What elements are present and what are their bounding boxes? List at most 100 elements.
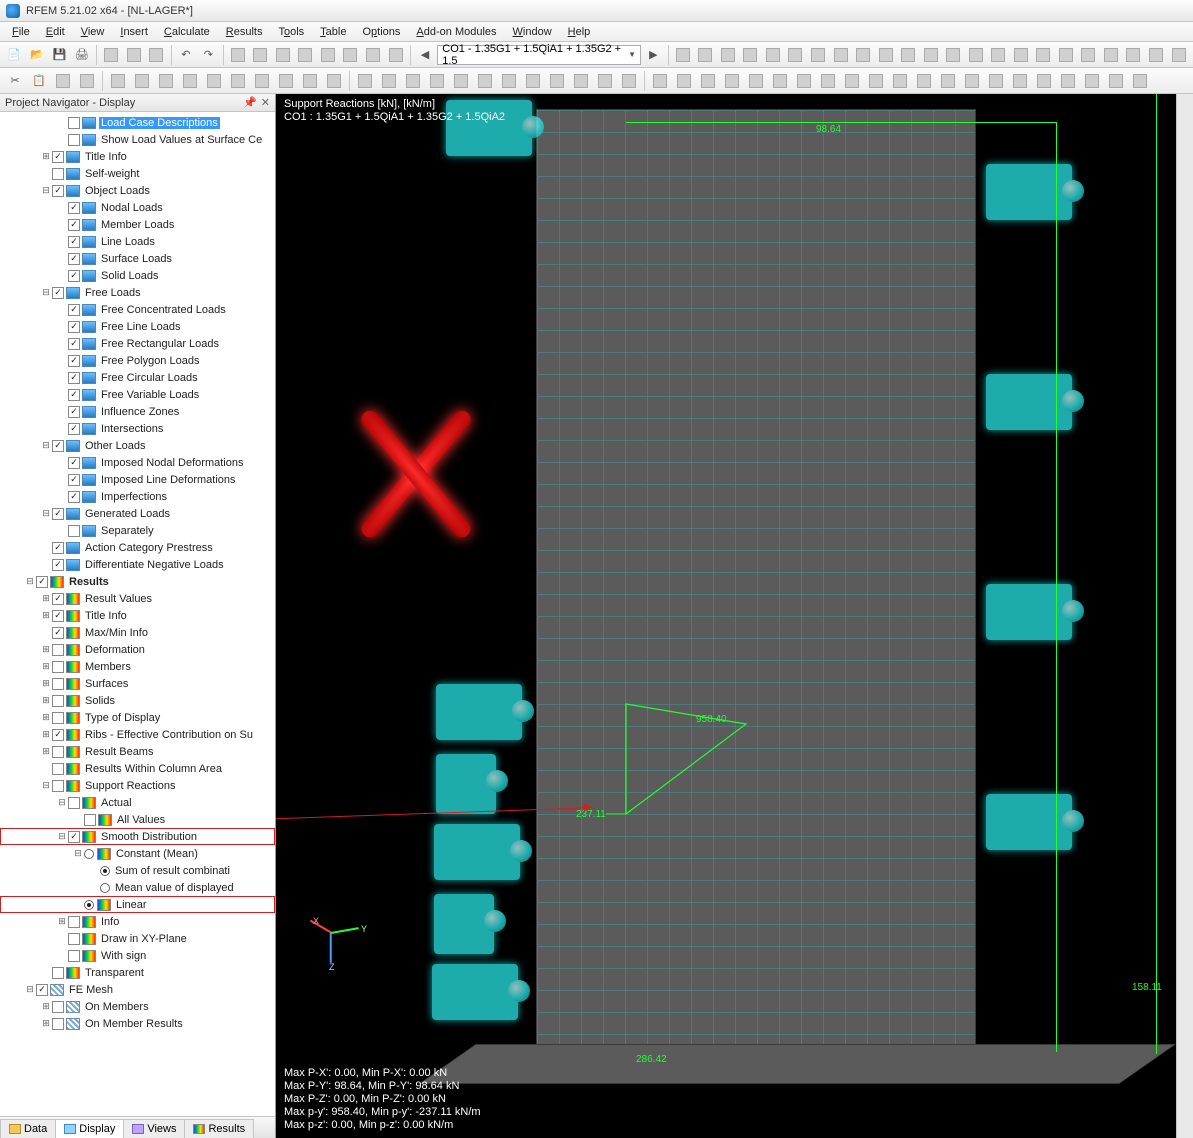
navigator-tab-results[interactable]: Results xyxy=(184,1119,254,1138)
tree-checkbox[interactable] xyxy=(52,695,64,707)
tool-icon[interactable] xyxy=(52,70,74,92)
tool-icon[interactable] xyxy=(1033,70,1055,92)
tool-icon[interactable] xyxy=(107,70,129,92)
copy-button[interactable] xyxy=(28,70,50,92)
tree-item[interactable]: Load Case Descriptions xyxy=(0,114,275,131)
tool-icon[interactable] xyxy=(673,70,695,92)
tree-checkbox[interactable] xyxy=(68,525,80,537)
tree-checkbox[interactable] xyxy=(52,593,64,605)
menu-file[interactable]: File xyxy=(4,24,38,40)
tree-checkbox[interactable] xyxy=(68,406,80,418)
tree-item[interactable]: Imposed Line Deformations xyxy=(0,471,275,488)
tree-item[interactable]: Self-weight xyxy=(0,165,275,182)
menu-tools[interactable]: Tools xyxy=(270,24,312,40)
tree-item[interactable]: Imperfections xyxy=(0,488,275,505)
tree-item[interactable]: Transparent xyxy=(0,964,275,981)
tool-icon[interactable] xyxy=(841,70,863,92)
open-button[interactable] xyxy=(27,44,48,66)
tree-item[interactable]: Max/Min Info xyxy=(0,624,275,641)
tree-checkbox[interactable] xyxy=(52,780,64,792)
tool-icon[interactable] xyxy=(785,44,806,66)
menu-options[interactable]: Options xyxy=(354,24,408,40)
tool-icon[interactable] xyxy=(227,70,249,92)
tree-item[interactable]: Influence Zones xyxy=(0,403,275,420)
tool-icon[interactable] xyxy=(769,70,791,92)
tree-checkbox[interactable] xyxy=(68,372,80,384)
tool-icon[interactable] xyxy=(1011,44,1032,66)
tree-item[interactable]: Differentiate Negative Loads xyxy=(0,556,275,573)
tool-icon[interactable] xyxy=(385,44,406,66)
tree-checkbox[interactable] xyxy=(52,440,64,452)
tree-item[interactable]: Free Rectangular Loads xyxy=(0,335,275,352)
tree-checkbox[interactable] xyxy=(68,950,80,962)
tool-icon[interactable] xyxy=(1129,70,1151,92)
tree-item[interactable]: Free Polygon Loads xyxy=(0,352,275,369)
tool-icon[interactable] xyxy=(1033,44,1054,66)
tool-icon[interactable] xyxy=(546,70,568,92)
tree-radio[interactable] xyxy=(100,883,110,893)
save-button[interactable] xyxy=(49,44,70,66)
tool-icon[interactable] xyxy=(570,70,592,92)
navigator-tree[interactable]: Load Case DescriptionsShow Load Values a… xyxy=(0,112,275,1116)
tree-item[interactable]: ⊞Result Beams xyxy=(0,743,275,760)
tree-checkbox[interactable] xyxy=(52,1001,64,1013)
tree-item[interactable]: Free Variable Loads xyxy=(0,386,275,403)
tool-icon[interactable] xyxy=(937,70,959,92)
tool-icon[interactable] xyxy=(594,70,616,92)
tree-expander[interactable]: ⊟ xyxy=(40,287,52,298)
tree-checkbox[interactable] xyxy=(52,763,64,775)
tree-expander[interactable]: ⊞ xyxy=(40,1001,52,1012)
menu-window[interactable]: Window xyxy=(505,24,560,40)
menu-edit[interactable]: Edit xyxy=(38,24,73,40)
prev-loadcase-button[interactable] xyxy=(415,44,436,66)
tool-icon[interactable] xyxy=(865,70,887,92)
viewport-scrollbar[interactable] xyxy=(1176,94,1193,1138)
tree-expander[interactable]: ⊞ xyxy=(40,1018,52,1029)
tree-expander[interactable]: ⊞ xyxy=(40,746,52,757)
tool-icon[interactable] xyxy=(203,70,225,92)
tree-checkbox[interactable] xyxy=(52,185,64,197)
tree-checkbox[interactable] xyxy=(68,474,80,486)
tool-icon[interactable] xyxy=(146,44,167,66)
tree-item[interactable]: Imposed Nodal Deformations xyxy=(0,454,275,471)
tool-icon[interactable] xyxy=(498,70,520,92)
tree-item[interactable]: ⊞On Members xyxy=(0,998,275,1015)
tree-item[interactable]: ⊞Solids xyxy=(0,692,275,709)
tool-icon[interactable] xyxy=(830,44,851,66)
tree-checkbox[interactable] xyxy=(52,644,64,656)
tree-item[interactable]: ⊟Smooth Distribution xyxy=(0,828,275,845)
tree-checkbox[interactable] xyxy=(68,338,80,350)
tree-item[interactable]: ⊟Results xyxy=(0,573,275,590)
tree-checkbox[interactable] xyxy=(52,559,64,571)
tree-checkbox[interactable] xyxy=(68,236,80,248)
tree-checkbox[interactable] xyxy=(68,270,80,282)
navigator-tab-data[interactable]: Data xyxy=(0,1119,56,1138)
tree-checkbox[interactable] xyxy=(68,916,80,928)
tool-icon[interactable] xyxy=(228,44,249,66)
tree-expander[interactable]: ⊞ xyxy=(40,151,52,162)
close-icon[interactable]: ✕ xyxy=(261,96,270,109)
tree-item[interactable]: All Values xyxy=(0,811,275,828)
viewport-3d[interactable]: 98.64 958.40 237.11 286.42 158.11 X Y Z xyxy=(276,94,1193,1138)
tree-checkbox[interactable] xyxy=(52,287,64,299)
tree-checkbox[interactable] xyxy=(52,542,64,554)
menu-addons[interactable]: Add-on Modules xyxy=(408,24,504,40)
tool-icon[interactable] xyxy=(250,44,271,66)
tree-item[interactable]: Solid Loads xyxy=(0,267,275,284)
tool-icon[interactable] xyxy=(793,70,815,92)
menu-calculate[interactable]: Calculate xyxy=(156,24,218,40)
tree-item[interactable]: Draw in XY-Plane xyxy=(0,930,275,947)
tree-item[interactable]: Sum of result combinati xyxy=(0,862,275,879)
print-button[interactable] xyxy=(72,44,93,66)
tree-item[interactable]: ⊞Surfaces xyxy=(0,675,275,692)
tree-item[interactable]: Free Concentrated Loads xyxy=(0,301,275,318)
tree-item[interactable]: With sign xyxy=(0,947,275,964)
tool-icon[interactable] xyxy=(1057,70,1079,92)
tree-checkbox[interactable] xyxy=(68,355,80,367)
tree-checkbox[interactable] xyxy=(68,304,80,316)
tree-checkbox[interactable] xyxy=(52,610,64,622)
tool-icon[interactable] xyxy=(943,44,964,66)
tree-radio[interactable] xyxy=(84,900,94,910)
tool-icon[interactable] xyxy=(1105,70,1127,92)
tool-icon[interactable] xyxy=(131,70,153,92)
